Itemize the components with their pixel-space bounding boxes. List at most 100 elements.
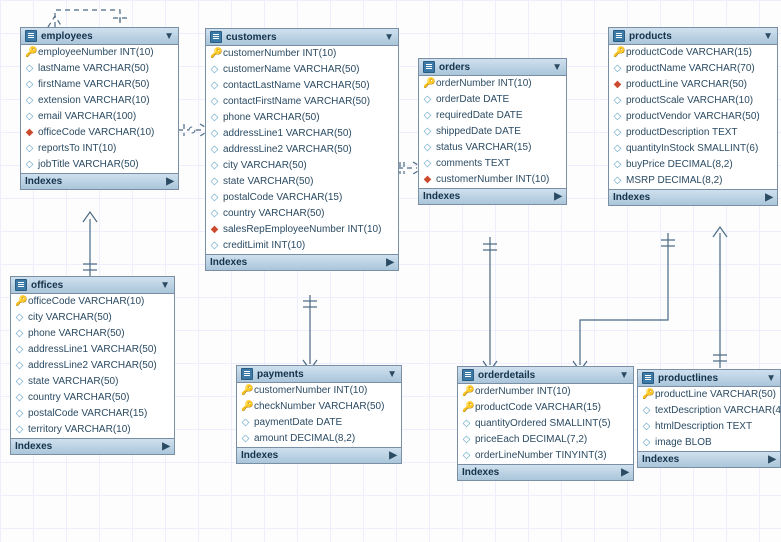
collapse-icon[interactable]: ▼	[763, 31, 773, 42]
column-row[interactable]: ◆productLine VARCHAR(50)	[609, 77, 777, 93]
column-row[interactable]: ◇contactFirstName VARCHAR(50)	[206, 94, 398, 110]
entity-products[interactable]: products ▼ 🔑productCode VARCHAR(15) ◇pro…	[608, 27, 778, 206]
column-row[interactable]: ◇firstName VARCHAR(50)	[21, 77, 178, 93]
expand-icon[interactable]: ▶	[386, 257, 394, 268]
entity-header[interactable]: productlines ▼	[638, 370, 780, 387]
expand-icon[interactable]: ▶	[389, 450, 397, 461]
column-row[interactable]: ◇reportsTo INT(10)	[21, 141, 178, 157]
column-row[interactable]: ◇country VARCHAR(50)	[11, 390, 174, 406]
collapse-icon[interactable]: ▼	[552, 62, 562, 73]
column-row[interactable]: 🔑productLine VARCHAR(50)	[638, 387, 780, 403]
entity-payments[interactable]: payments ▼ 🔑customerNumber INT(10) 🔑chec…	[236, 365, 402, 464]
column-row[interactable]: 🔑orderNumber INT(10)	[458, 384, 633, 400]
expand-icon[interactable]: ▶	[621, 467, 629, 478]
collapse-icon[interactable]: ▼	[164, 31, 174, 42]
entity-header[interactable]: offices ▼	[11, 277, 174, 294]
indexes-section[interactable]: Indexes ▶	[609, 189, 777, 205]
expand-icon[interactable]: ▶	[166, 176, 174, 187]
collapse-icon[interactable]: ▼	[384, 32, 394, 43]
column-row[interactable]: ◇productDescription TEXT	[609, 125, 777, 141]
column-row[interactable]: ◇shippedDate DATE	[419, 124, 566, 140]
entity-customers[interactable]: customers ▼ 🔑customerNumber INT(10) ◇cus…	[205, 28, 399, 271]
column-row[interactable]: ◇email VARCHAR(100)	[21, 109, 178, 125]
column-row[interactable]: ◆salesRepEmployeeNumber INT(10)	[206, 222, 398, 238]
column-row[interactable]: ◇paymentDate DATE	[237, 415, 401, 431]
column-row[interactable]: 🔑checkNumber VARCHAR(50)	[237, 399, 401, 415]
indexes-section[interactable]: Indexes ▶	[206, 254, 398, 270]
indexes-section[interactable]: Indexes ▶	[21, 173, 178, 189]
column-row[interactable]: ◇orderLineNumber TINYINT(3)	[458, 448, 633, 464]
indexes-section[interactable]: Indexes ▶	[237, 447, 401, 463]
entity-orderdetails[interactable]: orderdetails ▼ 🔑orderNumber INT(10) 🔑pro…	[457, 366, 634, 481]
column-row[interactable]: ◇amount DECIMAL(8,2)	[237, 431, 401, 447]
column-row[interactable]: ◇priceEach DECIMAL(7,2)	[458, 432, 633, 448]
column-row[interactable]: 🔑customerNumber INT(10)	[206, 46, 398, 62]
column-row[interactable]: ◇postalCode VARCHAR(15)	[11, 406, 174, 422]
entity-orders[interactable]: orders ▼ 🔑orderNumber INT(10) ◇orderDate…	[418, 58, 567, 205]
column-row[interactable]: ◇postalCode VARCHAR(15)	[206, 190, 398, 206]
column-row[interactable]: ◇phone VARCHAR(50)	[206, 110, 398, 126]
column-row[interactable]: ◇territory VARCHAR(10)	[11, 422, 174, 438]
column-row[interactable]: ◇state VARCHAR(50)	[206, 174, 398, 190]
column-row[interactable]: ◇quantityInStock SMALLINT(6)	[609, 141, 777, 157]
column-row[interactable]: ◇MSRP DECIMAL(8,2)	[609, 173, 777, 189]
column-row[interactable]: 🔑orderNumber INT(10)	[419, 76, 566, 92]
column-row[interactable]: ◇status VARCHAR(15)	[419, 140, 566, 156]
column-row[interactable]: ◇jobTitle VARCHAR(50)	[21, 157, 178, 173]
collapse-icon[interactable]: ▼	[766, 373, 776, 384]
column-row[interactable]: ◇productName VARCHAR(70)	[609, 61, 777, 77]
column-row[interactable]: ◇textDescription VARCHAR(4000)	[638, 403, 780, 419]
column-row[interactable]: ◇creditLimit INT(10)	[206, 238, 398, 254]
entity-productlines[interactable]: productlines ▼ 🔑productLine VARCHAR(50) …	[637, 369, 781, 468]
indexes-label: Indexes	[462, 467, 499, 478]
column-row[interactable]: ◇htmlDescription TEXT	[638, 419, 780, 435]
indexes-section[interactable]: Indexes ▶	[11, 438, 174, 454]
entity-employees[interactable]: employees ▼ 🔑employeeNumber INT(10) ◇las…	[20, 27, 179, 190]
collapse-icon[interactable]: ▼	[619, 370, 629, 381]
entity-header[interactable]: payments ▼	[237, 366, 401, 383]
entity-header[interactable]: orderdetails ▼	[458, 367, 633, 384]
column-row[interactable]: ◇customerName VARCHAR(50)	[206, 62, 398, 78]
entity-header[interactable]: employees ▼	[21, 28, 178, 45]
column-row[interactable]: 🔑officeCode VARCHAR(10)	[11, 294, 174, 310]
indexes-section[interactable]: Indexes ▶	[638, 451, 780, 467]
column-row[interactable]: 🔑productCode VARCHAR(15)	[458, 400, 633, 416]
column-row[interactable]: ◇image BLOB	[638, 435, 780, 451]
column-row[interactable]: ◇addressLine2 VARCHAR(50)	[11, 358, 174, 374]
column-row[interactable]: 🔑customerNumber INT(10)	[237, 383, 401, 399]
column-row[interactable]: ◇addressLine2 VARCHAR(50)	[206, 142, 398, 158]
column-row[interactable]: ◇productScale VARCHAR(10)	[609, 93, 777, 109]
column-row[interactable]: 🔑employeeNumber INT(10)	[21, 45, 178, 61]
column-row[interactable]: ◇country VARCHAR(50)	[206, 206, 398, 222]
entity-header[interactable]: orders ▼	[419, 59, 566, 76]
indexes-section[interactable]: Indexes ▶	[458, 464, 633, 480]
collapse-icon[interactable]: ▼	[387, 369, 397, 380]
column-row[interactable]: ◇quantityOrdered SMALLINT(5)	[458, 416, 633, 432]
entity-header[interactable]: products ▼	[609, 28, 777, 45]
column-row[interactable]: ◇contactLastName VARCHAR(50)	[206, 78, 398, 94]
entity-offices[interactable]: offices ▼ 🔑officeCode VARCHAR(10) ◇city …	[10, 276, 175, 455]
column-row[interactable]: ◇phone VARCHAR(50)	[11, 326, 174, 342]
expand-icon[interactable]: ▶	[162, 441, 170, 452]
column-row[interactable]: 🔑productCode VARCHAR(15)	[609, 45, 777, 61]
column-row[interactable]: ◆officeCode VARCHAR(10)	[21, 125, 178, 141]
column-row[interactable]: ◇city VARCHAR(50)	[11, 310, 174, 326]
column-row[interactable]: ◇comments TEXT	[419, 156, 566, 172]
indexes-section[interactable]: Indexes ▶	[419, 188, 566, 204]
column-row[interactable]: ◇extension VARCHAR(10)	[21, 93, 178, 109]
expand-icon[interactable]: ▶	[765, 192, 773, 203]
entity-header[interactable]: customers ▼	[206, 29, 398, 46]
expand-icon[interactable]: ▶	[768, 454, 776, 465]
column-row[interactable]: ◇buyPrice DECIMAL(8,2)	[609, 157, 777, 173]
column-row[interactable]: ◇city VARCHAR(50)	[206, 158, 398, 174]
collapse-icon[interactable]: ▼	[160, 280, 170, 291]
column-row[interactable]: ◇addressLine1 VARCHAR(50)	[206, 126, 398, 142]
column-row[interactable]: ◇lastName VARCHAR(50)	[21, 61, 178, 77]
column-row[interactable]: ◇orderDate DATE	[419, 92, 566, 108]
column-row[interactable]: ◇state VARCHAR(50)	[11, 374, 174, 390]
column-row[interactable]: ◆customerNumber INT(10)	[419, 172, 566, 188]
column-row[interactable]: ◇addressLine1 VARCHAR(50)	[11, 342, 174, 358]
column-row[interactable]: ◇requiredDate DATE	[419, 108, 566, 124]
column-row[interactable]: ◇productVendor VARCHAR(50)	[609, 109, 777, 125]
expand-icon[interactable]: ▶	[554, 191, 562, 202]
